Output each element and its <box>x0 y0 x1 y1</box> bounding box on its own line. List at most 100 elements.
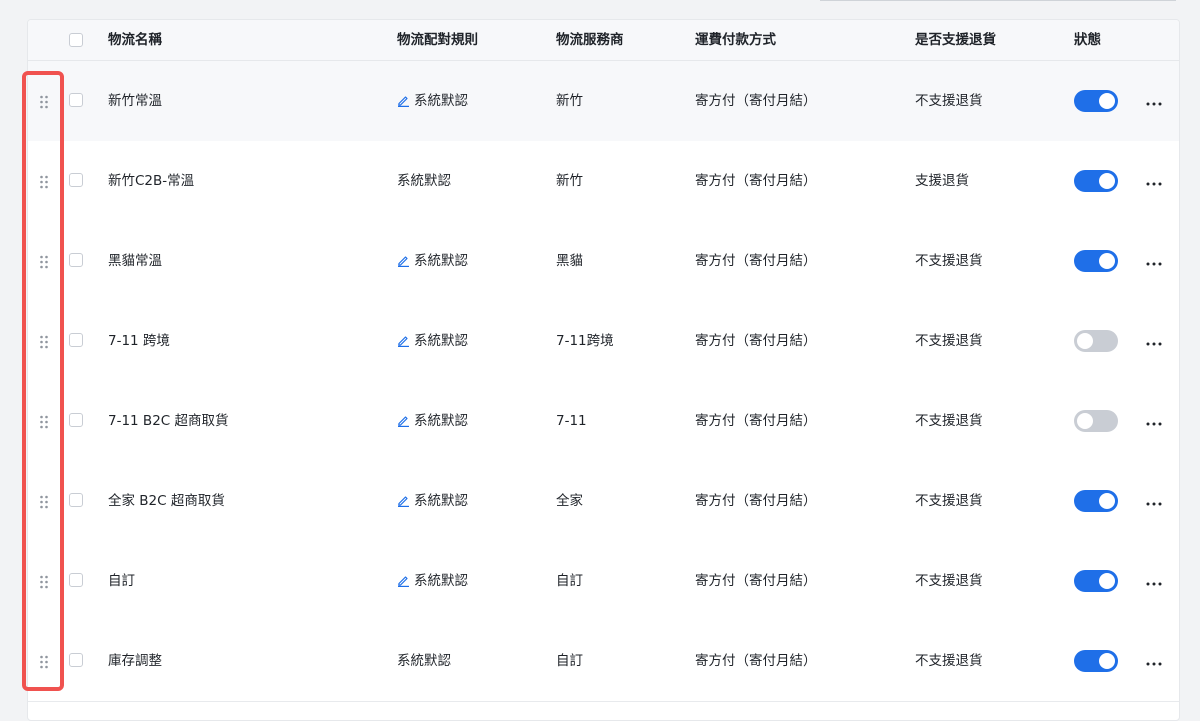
matching-rule-label: 系統默認 <box>397 173 451 189</box>
pencil-icon[interactable] <box>397 383 410 427</box>
drag-handle-icon[interactable] <box>39 654 49 669</box>
matching-rule-label: 系統默認 <box>414 93 468 109</box>
row-checkbox[interactable] <box>69 93 83 107</box>
matching-rule[interactable]: 系統默認 <box>397 461 468 541</box>
return-support: 不支援退貨 <box>915 573 983 589</box>
provider: 黑貓 <box>556 253 583 269</box>
provider: 自訂 <box>556 653 583 669</box>
logistics-name: 庫存調整 <box>108 653 162 669</box>
return-support: 不支援退貨 <box>915 93 983 109</box>
provider: 7-11 <box>556 413 587 429</box>
row-checkbox[interactable] <box>69 653 83 667</box>
table-row[interactable]: 自訂 系統默認 自訂 寄方付（寄付月結） 不支援退貨 <box>28 541 1179 622</box>
logistics-name: 新竹C2B-常溫 <box>108 173 195 189</box>
row-checkbox[interactable] <box>69 253 83 267</box>
row-checkbox[interactable] <box>69 413 83 427</box>
row-checkbox[interactable] <box>69 173 83 187</box>
status-toggle[interactable] <box>1074 570 1118 592</box>
column-header-logistics-name[interactable]: 物流名稱 <box>108 20 162 60</box>
status-toggle[interactable] <box>1074 330 1118 352</box>
column-header-freight-payment[interactable]: 運費付款方式 <box>695 20 776 60</box>
table-row[interactable]: 全家 B2C 超商取貨 系統默認 全家 寄方付（寄付月結） 不支援退貨 <box>28 461 1179 542</box>
status-toggle[interactable] <box>1074 410 1118 432</box>
freight-payment: 寄方付（寄付月結） <box>695 653 817 669</box>
table-header: 物流名稱 物流配對規則 物流服務商 運費付款方式 是否支援退貨 狀態 <box>28 20 1179 61</box>
toggle-knob <box>1099 253 1115 269</box>
more-horizontal-icon[interactable] <box>1144 495 1164 507</box>
pencil-icon[interactable] <box>397 63 410 107</box>
matching-rule-label: 系統默認 <box>397 653 451 669</box>
row-checkbox[interactable] <box>69 573 83 587</box>
matching-rule[interactable]: 系統默認 <box>397 541 468 621</box>
matching-rule[interactable]: 系統默認 <box>397 301 468 381</box>
more-horizontal-icon[interactable] <box>1144 415 1164 427</box>
return-support: 不支援退貨 <box>915 493 983 509</box>
matching-rule-label: 系統默認 <box>414 253 468 269</box>
drag-handle-icon[interactable] <box>39 174 49 189</box>
logistics-name: 7-11 B2C 超商取貨 <box>108 413 229 429</box>
toolbar-underline <box>820 0 1176 1</box>
toggle-knob <box>1099 493 1115 509</box>
matching-rule[interactable]: 系統默認 <box>397 381 468 461</box>
logistics-name: 全家 B2C 超商取貨 <box>108 493 225 509</box>
drag-handle-icon[interactable] <box>39 574 49 589</box>
drag-handle-icon[interactable] <box>39 494 49 509</box>
matching-rule: 系統默認 <box>397 621 451 701</box>
more-horizontal-icon[interactable] <box>1144 175 1164 187</box>
status-toggle[interactable] <box>1074 170 1118 192</box>
return-support: 不支援退貨 <box>915 413 983 429</box>
column-header-provider[interactable]: 物流服務商 <box>556 20 624 60</box>
row-checkbox[interactable] <box>69 493 83 507</box>
logistics-name: 自訂 <box>108 573 135 589</box>
table-row[interactable]: 7-11 B2C 超商取貨 系統默認 7-11 寄方付（寄付月結） 不支援退貨 <box>28 381 1179 462</box>
drag-handle-icon[interactable] <box>39 254 49 269</box>
drag-handle-icon[interactable] <box>39 94 49 109</box>
return-support: 不支援退貨 <box>915 333 983 349</box>
pencil-icon[interactable] <box>397 543 410 587</box>
return-support: 不支援退貨 <box>915 653 983 669</box>
table-row[interactable]: 新竹C2B-常溫 系統默認 新竹 寄方付（寄付月結） 支援退貨 <box>28 141 1179 222</box>
freight-payment: 寄方付（寄付月結） <box>695 413 817 429</box>
toggle-knob <box>1099 573 1115 589</box>
more-horizontal-icon[interactable] <box>1144 575 1164 587</box>
table-row[interactable]: 7-11 跨境 系統默認 7-11跨境 寄方付（寄付月結） 不支援退貨 <box>28 301 1179 382</box>
more-horizontal-icon[interactable] <box>1144 655 1164 667</box>
matching-rule[interactable]: 系統默認 <box>397 221 468 301</box>
provider: 新竹 <box>556 173 583 189</box>
logistics-name: 新竹常溫 <box>108 93 162 109</box>
table-row[interactable]: 黑貓常溫 系統默認 黑貓 寄方付（寄付月結） 不支援退貨 <box>28 221 1179 302</box>
freight-payment: 寄方付（寄付月結） <box>695 173 817 189</box>
matching-rule: 系統默認 <box>397 141 451 221</box>
table-row[interactable]: 庫存調整 系統默認 自訂 寄方付（寄付月結） 不支援退貨 <box>28 621 1179 702</box>
table-row[interactable]: 新竹常溫 系統默認 新竹 寄方付（寄付月結） 不支援退貨 <box>28 61 1179 142</box>
pencil-icon[interactable] <box>397 223 410 267</box>
provider: 7-11跨境 <box>556 333 614 349</box>
more-horizontal-icon[interactable] <box>1144 95 1164 107</box>
row-checkbox[interactable] <box>69 333 83 347</box>
more-horizontal-icon[interactable] <box>1144 335 1164 347</box>
logistics-table: 物流名稱 物流配對規則 物流服務商 運費付款方式 是否支援退貨 狀態 新竹常溫系… <box>27 19 1180 721</box>
drag-handle-icon[interactable] <box>39 334 49 349</box>
freight-payment: 寄方付（寄付月結） <box>695 333 817 349</box>
matching-rule-label: 系統默認 <box>414 413 468 429</box>
matching-rule[interactable]: 系統默認 <box>397 61 468 141</box>
return-support: 支援退貨 <box>915 173 969 189</box>
column-header-return-support[interactable]: 是否支援退貨 <box>915 20 996 60</box>
provider: 全家 <box>556 493 583 509</box>
drag-handle-icon[interactable] <box>39 414 49 429</box>
status-toggle[interactable] <box>1074 650 1118 672</box>
status-toggle[interactable] <box>1074 250 1118 272</box>
status-toggle[interactable] <box>1074 90 1118 112</box>
matching-rule-label: 系統默認 <box>414 493 468 509</box>
more-horizontal-icon[interactable] <box>1144 255 1164 267</box>
freight-payment: 寄方付（寄付月結） <box>695 253 817 269</box>
logistics-name: 7-11 跨境 <box>108 333 170 349</box>
column-header-matching-rule[interactable]: 物流配對規則 <box>397 20 478 60</box>
select-all-checkbox[interactable] <box>69 33 83 47</box>
return-support: 不支援退貨 <box>915 253 983 269</box>
pencil-icon[interactable] <box>397 463 410 507</box>
column-header-status[interactable]: 狀態 <box>1074 20 1101 60</box>
status-toggle[interactable] <box>1074 490 1118 512</box>
matching-rule-label: 系統默認 <box>414 573 468 589</box>
pencil-icon[interactable] <box>397 303 410 347</box>
